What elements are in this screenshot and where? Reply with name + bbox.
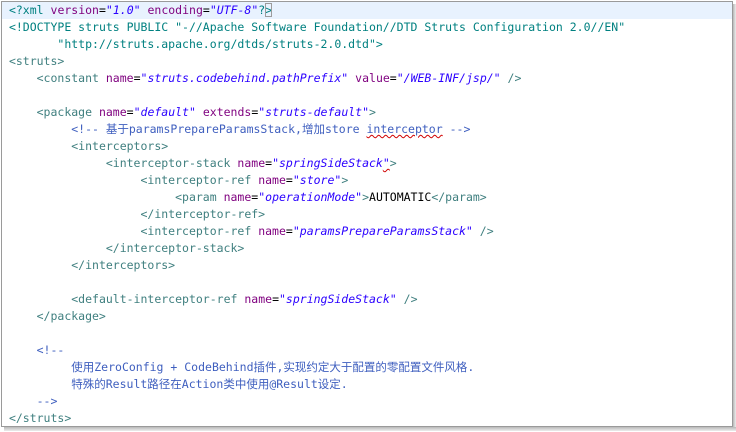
- code-line-19: </package>: [2, 308, 732, 325]
- equals-sign: =: [133, 71, 141, 85]
- struts-close-tag: </struts>: [8, 411, 72, 425]
- code-line-9: <interceptors>: [2, 138, 732, 155]
- self-close: />: [479, 224, 494, 238]
- val-params-prepare: "paramsPrepareParamsStack": [292, 224, 473, 238]
- pi-close-bracket-matched: >: [265, 3, 273, 17]
- code-line-13: </interceptor-ref>: [2, 206, 732, 223]
- attr-name: name: [223, 190, 252, 204]
- equals-sign: =: [98, 3, 106, 17]
- tag-close: >: [389, 156, 397, 170]
- drop-shadow-bottom: [4, 427, 736, 431]
- comment-zeroconfig-note: 使用ZeroConfig + CodeBehind插件,实现约定大于配置的零配置…: [71, 360, 475, 374]
- code-line-5: <constant name="struts.codebehind.pathPr…: [2, 70, 732, 87]
- param-close-tag: </param>: [431, 190, 487, 204]
- equals-sign: =: [202, 3, 210, 17]
- val-package-name: "default": [133, 105, 196, 119]
- comment-result-note: 特殊的Result路径在Action类中使用@Result设定.: [71, 377, 348, 391]
- equals-sign: =: [389, 71, 397, 85]
- val-stack-name-quote: ": [382, 156, 390, 170]
- interceptors-close-tag: </interceptors>: [71, 258, 176, 272]
- val-store: "store": [292, 173, 342, 187]
- self-close: />: [507, 71, 522, 85]
- val-encoding: "UTF-8": [209, 3, 259, 17]
- comment-close: -->: [442, 122, 471, 136]
- val-path-prefix: "/WEB-INF/jsp/": [396, 71, 501, 85]
- attr-version: version: [50, 3, 99, 17]
- interceptor-ref-close-tag: </interceptor-ref>: [140, 207, 266, 221]
- package-close-tag: </package>: [36, 309, 106, 323]
- code-line-2: <!DOCTYPE struts PUBLIC "-//Apache Softw…: [2, 19, 732, 36]
- struts-open-tag: <struts>: [8, 54, 65, 68]
- param-tag: <param: [175, 190, 217, 204]
- code-line-25: </struts>: [2, 410, 732, 426]
- attr-encoding: encoding: [147, 3, 203, 17]
- equals-sign: =: [126, 105, 134, 119]
- interceptor-stack-tag: <interceptor-stack: [105, 156, 231, 170]
- val-operation-mode: "operationMode": [258, 190, 363, 204]
- tag-close: >: [341, 173, 349, 187]
- code-line-24: -->: [2, 393, 732, 410]
- default-interceptor-ref-tag: <default-interceptor-ref: [71, 292, 238, 306]
- code-line-16: </interceptors>: [2, 257, 732, 274]
- code-line-8: <!-- 基于paramsPrepareParamsStack,增加store …: [2, 121, 732, 138]
- val-path-prefix-key: "struts.codebehind.pathPrefix": [140, 71, 349, 85]
- comment-close: -->: [36, 394, 58, 408]
- constant-tag: <constant: [36, 71, 99, 85]
- attr-value: value: [355, 71, 390, 85]
- val-package-extends: "struts-default": [258, 105, 370, 119]
- equals-sign: =: [285, 224, 293, 238]
- self-close: />: [403, 292, 418, 306]
- attr-name: name: [258, 173, 286, 187]
- interceptor-ref-tag: <interceptor-ref: [140, 173, 252, 187]
- code-line-18: <default-interceptor-ref name="springSid…: [2, 291, 732, 308]
- doctype-dtd-url: "http://struts.apache.org/dtds/struts-2.…: [57, 37, 383, 51]
- code-line-7: <package name="default" extends="struts-…: [2, 104, 732, 121]
- interceptor-stack-close-tag: </interceptor-stack>: [105, 241, 245, 255]
- val-version: "1.0": [105, 3, 141, 17]
- attr-name: name: [237, 156, 266, 170]
- code-line-12: <param name="operationMode">AUTOMATIC</p…: [2, 189, 732, 206]
- code-line-23: 特殊的Result路径在Action类中使用@Result设定.: [2, 376, 732, 393]
- attr-name: name: [98, 105, 127, 119]
- code-line-15: </interceptor-stack>: [2, 240, 732, 257]
- interceptor-ref-tag: <interceptor-ref: [140, 224, 252, 238]
- val-default-stack: "springSideStack": [279, 292, 397, 306]
- pi-name: xml: [22, 3, 44, 17]
- code-line-3: "http://struts.apache.org/dtds/struts-2.…: [2, 36, 732, 53]
- param-text: AUTOMATIC: [369, 190, 432, 204]
- package-tag: <package: [36, 105, 93, 119]
- comment-stack-note: <!-- 基于paramsPrepareParamsStack,增加store: [71, 122, 367, 136]
- code-line-11: <interceptor-ref name="store">: [2, 172, 732, 189]
- equals-sign: =: [272, 292, 279, 306]
- interceptors-open-tag: <interceptors>: [71, 139, 169, 153]
- comment-open: <!--: [36, 343, 65, 357]
- spellcheck-word: interceptor: [366, 122, 443, 136]
- val-stack-name: "springSideStack: [272, 156, 383, 170]
- attr-name: name: [244, 292, 273, 306]
- attr-extends: extends: [202, 105, 252, 119]
- attr-name: name: [258, 224, 286, 238]
- code-line-21: <!--: [2, 342, 732, 359]
- pi-open: <?: [8, 3, 23, 17]
- code-line-22: 使用ZeroConfig + CodeBehind插件,实现约定大于配置的零配置…: [2, 359, 732, 376]
- equals-sign: =: [285, 173, 293, 187]
- doctype-declaration: <!DOCTYPE struts PUBLIC "-//Apache Softw…: [8, 20, 626, 34]
- code-line-10: <interceptor-stack name="springSideStack…: [2, 155, 732, 172]
- code-line-4: <struts>: [2, 53, 732, 70]
- code-line-14: <interceptor-ref name="paramsPreparePara…: [2, 223, 732, 240]
- attr-name: name: [105, 71, 134, 85]
- tag-close: >: [369, 105, 376, 119]
- code-line-1: <?xml version="1.0" encoding="UTF-8"?>: [2, 2, 732, 19]
- tag-close: >: [362, 190, 370, 204]
- xml-code-editor[interactable]: <?xml version="1.0" encoding="UTF-8"?> <…: [1, 1, 733, 427]
